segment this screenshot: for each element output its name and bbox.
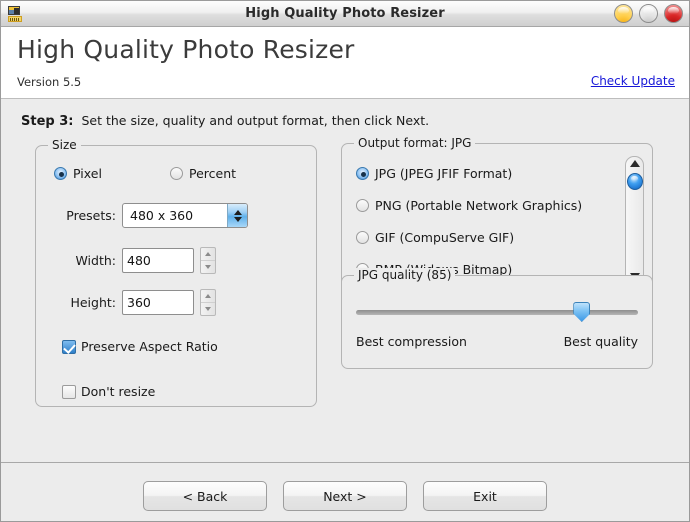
preserve-aspect-ratio-indicator [62,339,76,354]
presets-dropdown[interactable]: 480 x 360 [122,203,248,228]
radio-format-jpg-indicator [356,167,369,180]
size-group-legend: Size [48,138,81,152]
radio-format-png[interactable]: PNG (Portable Network Graphics) [356,198,582,213]
main-content: Step 3: Set the size, quality and output … [1,99,689,521]
scrollbar-thumb[interactable] [626,173,643,190]
height-input[interactable]: 360 [122,290,194,315]
output-format-legend: Output format: JPG [354,136,476,150]
radio-format-gif[interactable]: GIF (CompuServe GIF) [356,230,514,245]
footer-buttons: < Back Next > Exit [1,481,689,511]
width-label: Width: [75,253,116,268]
radio-format-jpg[interactable]: JPG (JPEG JFIF Format) [356,166,512,181]
radio-pixel-label: Pixel [73,166,102,181]
maximize-button[interactable] [639,4,658,23]
window-title: High Quality Photo Resizer [245,6,445,21]
width-stepper-down[interactable] [201,261,215,274]
jpg-quality-group: JPG quality (85) Best compression Best q… [341,268,653,369]
radio-format-jpg-label: JPG (JPEG JFIF Format) [375,166,513,181]
radio-format-gif-label: GIF (CompuServe GIF) [375,230,515,245]
radio-format-png-label: PNG (Portable Network Graphics) [375,198,583,213]
exit-button[interactable]: Exit [423,481,547,511]
dont-resize-label: Don't resize [81,384,156,399]
height-stepper-up[interactable] [201,290,215,303]
format-list-scrollbar[interactable] [625,156,644,284]
version-label: Version 5.5 [17,75,82,89]
width-stepper-up[interactable] [201,248,215,261]
best-compression-label: Best compression [356,334,467,349]
preserve-aspect-ratio-label: Preserve Aspect Ratio [81,339,218,354]
height-stepper-down[interactable] [201,303,215,316]
jpg-quality-legend: JPG quality (85) [354,268,456,282]
width-stepper[interactable] [200,247,216,274]
jpg-quality-slider-thumb[interactable] [573,302,591,322]
radio-percent-indicator [170,167,183,180]
window-controls [614,4,683,23]
preserve-aspect-ratio-checkbox[interactable]: Preserve Aspect Ratio [62,339,218,354]
step-label: Step 3: [21,114,74,129]
minimize-button[interactable] [614,4,633,23]
width-input[interactable]: 480 [122,248,194,273]
jpg-quality-slider[interactable] [356,310,638,315]
chevron-updown-icon [227,204,247,227]
height-stepper[interactable] [200,289,216,316]
footer-divider [1,462,689,463]
header-banner: High Quality Photo Resizer Version 5.5 C… [1,27,689,99]
size-group: Size Pixel Percent Presets: 480 x 360 Wi… [35,138,317,407]
radio-format-gif-indicator [356,231,369,244]
presets-label: Presets: [66,208,116,223]
radio-pixel[interactable]: Pixel [54,166,102,181]
radio-percent-label: Percent [189,166,237,181]
presets-value: 480 x 360 [130,208,194,223]
height-label: Height: [70,295,116,310]
dont-resize-checkbox[interactable]: Don't resize [62,384,155,399]
check-update-link[interactable]: Check Update [591,74,675,88]
radio-format-png-indicator [356,199,369,212]
dont-resize-indicator [62,384,76,399]
application-window: High Quality Photo Resizer High Quality … [0,0,690,522]
step-description: Set the size, quality and output format,… [81,113,430,128]
page-title: High Quality Photo Resizer [17,35,355,64]
step-instruction: Step 3: Set the size, quality and output … [21,113,429,129]
back-button[interactable]: < Back [143,481,267,511]
radio-percent[interactable]: Percent [170,166,236,181]
best-quality-label: Best quality [563,334,638,349]
title-bar: High Quality Photo Resizer [1,1,689,27]
next-button[interactable]: Next > [283,481,407,511]
close-button[interactable] [664,4,683,23]
radio-pixel-indicator [54,167,67,180]
scroll-up-arrow-icon[interactable] [629,160,640,167]
